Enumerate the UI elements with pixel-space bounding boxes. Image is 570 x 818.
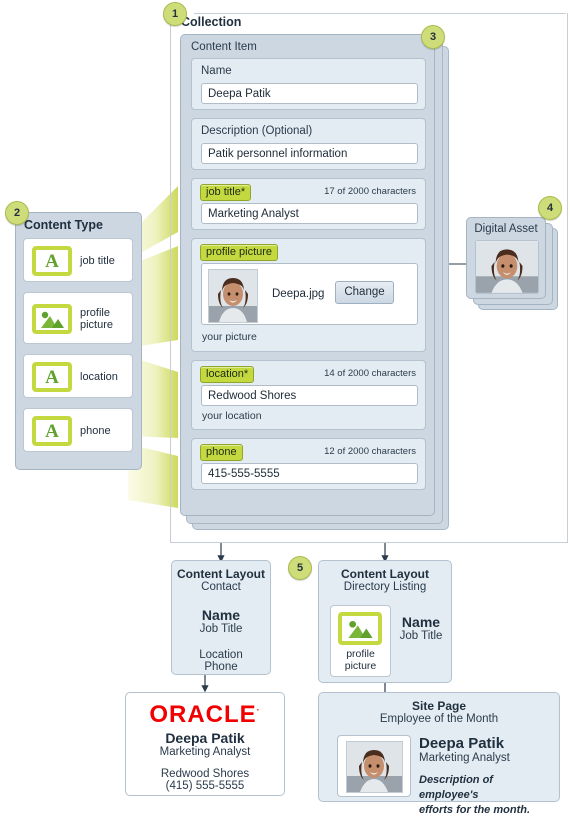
field-location: location* 14 of 2000 characters Redwood …	[191, 360, 426, 430]
content-item-card: Content Item Name Deepa Patik Descriptio…	[180, 34, 435, 516]
business-card-phone: (415) 555-5555	[165, 780, 245, 792]
content-layout-contact-name: Name	[201, 607, 241, 623]
field-location-tag: location*	[200, 366, 255, 383]
field-description: Description (Optional) Patik personnel i…	[191, 118, 426, 170]
image-glyph	[348, 620, 373, 638]
business-card-location: Redwood Shores	[160, 768, 250, 780]
collection-title: Collection	[181, 15, 242, 29]
field-location-charcount: 14 of 2000 characters	[324, 368, 416, 379]
portrait-photo-icon	[476, 241, 538, 293]
content-type-item-label-line2: picture	[80, 319, 114, 331]
field-job-title: job title* 17 of 2000 characters Marketi…	[191, 178, 426, 230]
site-page-card: Site Page Employee of the Month Deepa Pa…	[318, 692, 560, 816]
field-location-input[interactable]: Redwood Shores	[201, 385, 418, 406]
directory-picture-placeholder: profile picture	[330, 605, 391, 677]
profile-picture-thumbnail	[208, 269, 258, 323]
content-type-item-job-title[interactable]: A job title	[23, 238, 133, 282]
business-card-name: Deepa Patik	[165, 730, 245, 746]
directory-name-block: Name Job Title	[393, 614, 449, 642]
badge-4: 4	[538, 196, 562, 220]
site-page-photo	[346, 741, 403, 793]
content-item-title: Content Item	[191, 41, 257, 53]
business-card-job-title: Marketing Analyst	[159, 746, 251, 758]
field-name: Name Deepa Patik	[191, 58, 426, 110]
content-layout-directory-title: Content Layout	[341, 567, 429, 581]
field-job-title-charcount: 17 of 2000 characters	[324, 186, 416, 197]
oracle-trademark: ·	[256, 705, 261, 715]
field-phone-input[interactable]: 415-555-5555	[201, 463, 418, 484]
text-field-glyph: A	[45, 250, 59, 272]
profile-picture-box: Deepa.jpg Change	[201, 263, 418, 325]
directory-picture-label-line2: picture	[344, 660, 377, 672]
site-page-name: Deepa Patik	[419, 735, 505, 752]
field-profile-picture: profile picture Deepa.jpg Change your pi…	[191, 238, 426, 352]
field-profile-picture-tag: profile picture	[200, 244, 279, 261]
badge-3: 3	[421, 25, 445, 49]
site-page-text-block: Deepa Patik Marketing Analyst Descriptio…	[419, 735, 554, 818]
text-field-icon: A	[32, 416, 72, 446]
content-layout-directory-subtitle: Directory Listing	[343, 581, 427, 593]
content-type-item-phone[interactable]: A phone	[23, 408, 133, 452]
field-name-label: Name	[201, 65, 232, 77]
content-type-item-label: phone	[80, 425, 111, 437]
field-description-input[interactable]: Patik personnel information	[201, 143, 418, 164]
site-page-title: Site Page	[411, 699, 467, 713]
content-type-item-label: job title	[80, 255, 115, 267]
site-page-photo-frame	[337, 735, 411, 797]
text-field-glyph: A	[45, 366, 59, 388]
field-location-helper: your location	[202, 410, 262, 422]
content-type-item-label: profile picture	[80, 307, 113, 331]
content-layout-contact-title: Content Layout	[177, 567, 265, 581]
badge-5: 5	[288, 556, 312, 580]
field-phone-tag: phone	[200, 444, 243, 461]
content-type-item-label-line1: profile	[80, 307, 110, 319]
site-page-description: Description of employee's efforts for th…	[419, 773, 554, 818]
field-job-title-input[interactable]: Marketing Analyst	[201, 203, 418, 224]
directory-picture-label-line1: profile	[346, 648, 375, 660]
content-layout-directory-listing: Content Layout Directory Listing profile…	[318, 560, 452, 683]
content-type-item-location[interactable]: A location	[23, 354, 133, 398]
content-type-item-label: location	[80, 371, 118, 383]
digital-asset-thumbnail	[475, 240, 539, 294]
content-type-item-profile-picture[interactable]: profile picture	[23, 292, 133, 344]
digital-asset-title: Digital Asset	[474, 223, 538, 235]
field-profile-picture-helper: your picture	[202, 331, 257, 343]
badge-2: 2	[5, 201, 29, 225]
field-name-input[interactable]: Deepa Patik	[201, 83, 418, 104]
content-layout-contact-job-title: Job Title	[199, 623, 243, 635]
content-type-title: Content Type	[24, 218, 103, 232]
content-layout-contact: Content Layout Contact Name Job Title Lo…	[171, 560, 271, 675]
portrait-photo-icon	[209, 270, 257, 322]
badge-1: 1	[163, 2, 187, 26]
text-field-icon: A	[32, 362, 72, 392]
field-phone-charcount: 12 of 2000 characters	[324, 446, 416, 457]
image-glyph	[41, 311, 64, 328]
content-layout-contact-location: Location	[199, 649, 243, 661]
field-phone: phone 12 of 2000 characters 415-555-5555	[191, 438, 426, 490]
content-layout-directory-name: Name	[401, 614, 441, 630]
text-field-glyph: A	[45, 420, 59, 442]
site-page-description-line2: efforts for the month.	[419, 804, 531, 816]
oracle-logo: ORACLE·	[126, 703, 284, 727]
profile-picture-filename: Deepa.jpg	[272, 288, 325, 300]
image-field-icon	[338, 612, 382, 645]
content-layout-directory-job-title: Job Title	[399, 630, 443, 642]
image-field-icon	[32, 304, 72, 334]
content-layout-contact-phone: Phone	[204, 661, 238, 673]
collection-frame-topline-right	[194, 13, 566, 14]
text-field-icon: A	[32, 246, 72, 276]
oracle-wordmark: ORACLE	[149, 701, 257, 728]
directory-picture-label: profile picture	[331, 648, 390, 672]
site-page-description-line1: Description of employee's	[419, 774, 493, 801]
site-page-job-title: Marketing Analyst	[419, 752, 510, 764]
portrait-photo-icon	[347, 742, 402, 792]
business-card: ORACLE· Deepa Patik Marketing Analyst Re…	[125, 692, 285, 796]
field-job-title-tag: job title*	[200, 184, 252, 201]
change-button[interactable]: Change	[335, 281, 394, 304]
field-description-label: Description (Optional)	[201, 125, 313, 137]
site-page-subtitle: Employee of the Month	[379, 713, 499, 725]
content-layout-contact-subtitle: Contact	[201, 581, 241, 593]
digital-asset-card: Digital Asset	[466, 217, 546, 299]
